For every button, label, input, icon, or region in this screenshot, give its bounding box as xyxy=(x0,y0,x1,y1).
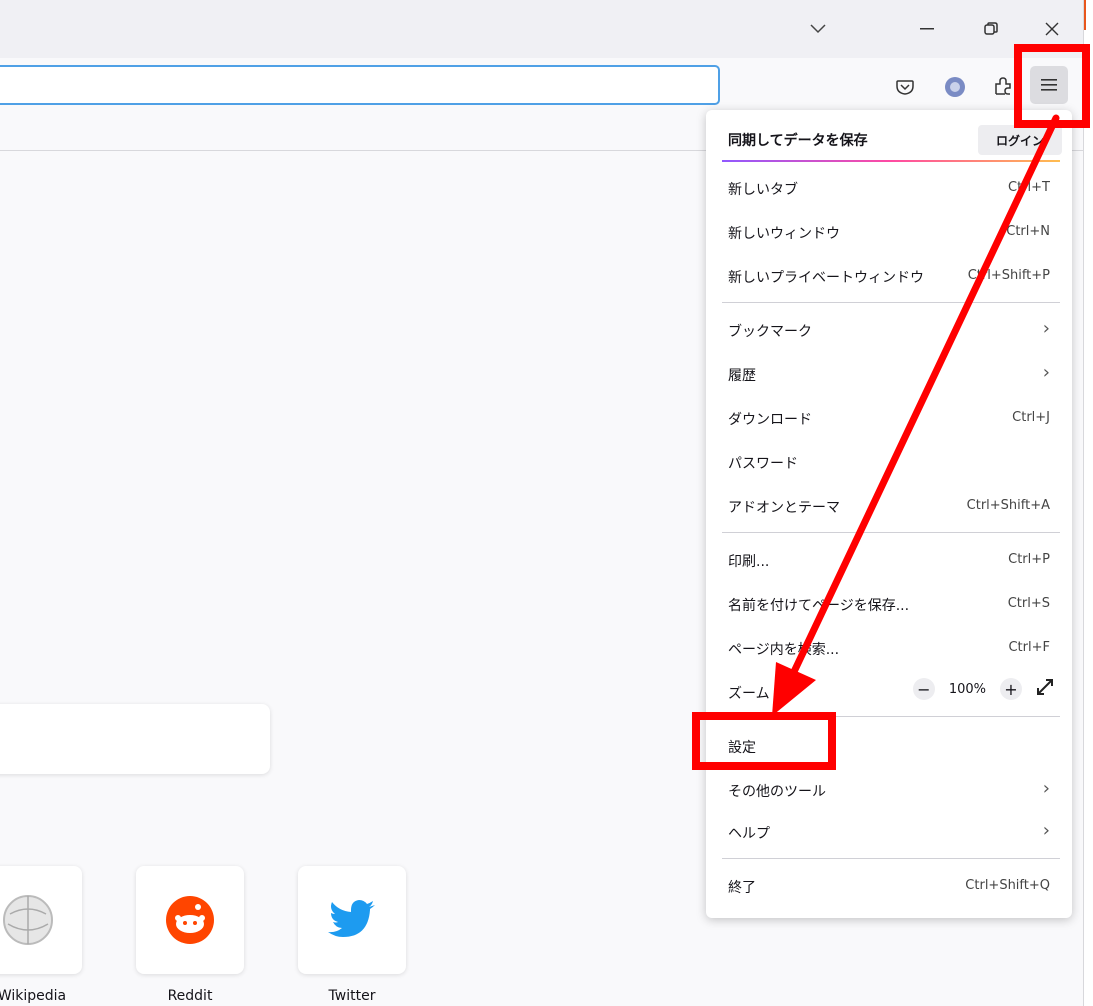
hamburger-menu-icon[interactable] xyxy=(1030,66,1068,104)
menu-item-history[interactable]: 履歴 › xyxy=(706,354,1072,394)
menu-item-label: 新しいプライベートウィンドウ xyxy=(728,270,924,286)
menu-item-shortcut: Ctrl+Shift+A xyxy=(966,498,1050,513)
twitter-icon xyxy=(328,900,375,937)
menu-item-label: ヘルプ xyxy=(728,826,770,842)
close-icon[interactable] xyxy=(1037,14,1067,44)
zoom-in-button[interactable]: + xyxy=(1000,678,1022,700)
menu-item-shortcut: Ctrl+P xyxy=(1008,552,1050,567)
menu-item-settings[interactable]: 設定 xyxy=(706,726,1072,766)
menu-item-label: 終了 xyxy=(728,880,756,896)
menu-item-label: その他のツール xyxy=(728,784,826,800)
menu-item-downloads[interactable]: ダウンロード Ctrl+J xyxy=(706,398,1072,438)
fullscreen-icon[interactable] xyxy=(1036,678,1054,700)
menu-item-exit[interactable]: 終了 Ctrl+Shift+Q xyxy=(706,866,1072,906)
wikipedia-icon xyxy=(3,895,53,945)
menu-item-shortcut: Ctrl+Shift+Q xyxy=(965,878,1050,893)
account-icon[interactable] xyxy=(943,75,967,99)
wikipedia-tile[interactable] xyxy=(0,866,82,974)
restore-icon[interactable] xyxy=(976,14,1006,44)
menu-separator xyxy=(722,302,1060,303)
sync-row: 同期してデータを保存 ログイン xyxy=(706,120,1072,160)
chevron-right-icon: › xyxy=(1042,362,1050,383)
url-bar[interactable] xyxy=(0,65,720,105)
menu-separator xyxy=(722,858,1060,859)
menu-item-new-tab[interactable]: 新しいタブ Ctrl+T xyxy=(706,168,1072,208)
menu-item-zoom: ズーム − 100% + xyxy=(706,672,1072,712)
menu-item-bookmarks[interactable]: ブックマーク › xyxy=(706,310,1072,350)
menu-item-shortcut: Ctrl+J xyxy=(1012,410,1050,425)
menu-item-shortcut: Ctrl+F xyxy=(1008,640,1050,655)
zoom-out-button[interactable]: − xyxy=(912,678,935,700)
menu-item-addons-themes[interactable]: アドオンとテーマ Ctrl+Shift+A xyxy=(706,486,1072,526)
site-label-wikipedia: Wikipedia xyxy=(0,988,67,1004)
menu-item-help[interactable]: ヘルプ › xyxy=(706,812,1072,852)
window-edge xyxy=(1083,0,1093,1006)
reddit-tile[interactable] xyxy=(136,866,244,974)
menu-item-label: ブックマーク xyxy=(728,324,812,340)
menu-separator xyxy=(722,716,1060,717)
zoom-controls: − 100% + xyxy=(912,678,1054,700)
menu-item-label: ダウンロード xyxy=(728,412,812,428)
pocket-icon[interactable] xyxy=(893,75,917,99)
menu-item-label: パスワード xyxy=(728,456,798,472)
menu-item-label: 印刷... xyxy=(728,554,770,570)
extensions-icon[interactable] xyxy=(991,75,1015,99)
menu-item-print[interactable]: 印刷... Ctrl+P xyxy=(706,540,1072,580)
chevron-right-icon: › xyxy=(1042,820,1050,841)
menu-item-find-in-page[interactable]: ページ内を検索... Ctrl+F xyxy=(706,628,1072,668)
app-menu-panel: 同期してデータを保存 ログイン 新しいタブ Ctrl+T 新しいウィンドウ Ct… xyxy=(706,110,1072,918)
menu-item-label: 履歴 xyxy=(728,368,756,384)
menu-item-new-window[interactable]: 新しいウィンドウ Ctrl+N xyxy=(706,212,1072,252)
chevron-down-icon[interactable] xyxy=(803,14,833,44)
menu-item-label: 設定 xyxy=(728,740,756,756)
twitter-tile[interactable] xyxy=(298,866,406,974)
sync-label: 同期してデータを保存 xyxy=(728,133,868,149)
menu-item-new-private-window[interactable]: 新しいプライベートウィンドウ Ctrl+Shift+P xyxy=(706,256,1072,296)
menu-item-label: 新しいウィンドウ xyxy=(728,226,840,242)
menu-item-more-tools[interactable]: その他のツール › xyxy=(706,770,1072,810)
site-label-reddit: Reddit xyxy=(167,988,213,1004)
reddit-icon xyxy=(166,896,214,944)
menu-item-passwords[interactable]: パスワード xyxy=(706,442,1072,482)
title-bar xyxy=(0,0,1083,58)
site-label-twitter: Twitter xyxy=(328,988,376,1004)
menu-item-shortcut: Ctrl+N xyxy=(1006,224,1050,239)
chevron-right-icon: › xyxy=(1042,778,1050,799)
minimize-icon[interactable] xyxy=(912,14,942,44)
search-box[interactable] xyxy=(0,704,270,774)
menu-item-label: 新しいタブ xyxy=(728,182,798,198)
menu-item-label: ズーム xyxy=(728,686,770,702)
zoom-level[interactable]: 100% xyxy=(949,682,986,697)
chevron-right-icon: › xyxy=(1042,318,1050,339)
login-button[interactable]: ログイン xyxy=(978,125,1062,155)
menu-separator xyxy=(722,532,1060,533)
menu-item-shortcut: Ctrl+Shift+P xyxy=(967,268,1050,283)
menu-item-label: アドオンとテーマ xyxy=(728,500,840,516)
menu-item-label: 名前を付けてページを保存... xyxy=(728,598,910,614)
menu-item-shortcut: Ctrl+S xyxy=(1007,596,1050,611)
menu-item-shortcut: Ctrl+T xyxy=(1008,180,1050,195)
sync-divider xyxy=(722,160,1060,162)
menu-item-save-page-as[interactable]: 名前を付けてページを保存... Ctrl+S xyxy=(706,584,1072,624)
menu-item-label: ページ内を検索... xyxy=(728,642,840,658)
